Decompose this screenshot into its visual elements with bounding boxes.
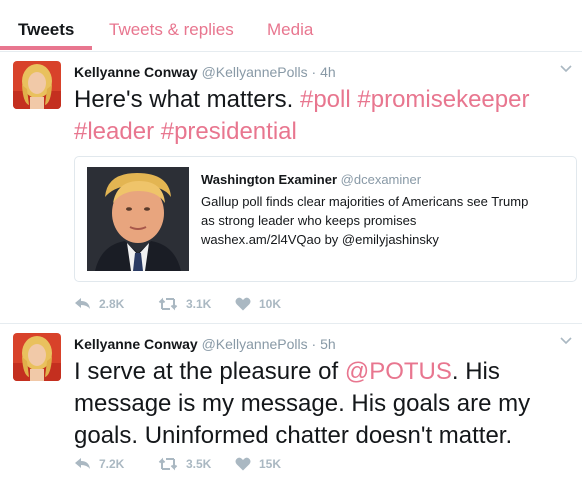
tweet[interactable]: Kellyanne Conway @KellyannePolls · 5h I … [0, 324, 582, 482]
active-tab-indicator [0, 46, 92, 50]
quoted-text-line: washex.am/2l4VQao by @emilyjashinsky [201, 232, 439, 247]
profile-tabs: Tweets Tweets & replies Media [0, 0, 582, 52]
retweet-button[interactable]: 3.5K [158, 456, 211, 472]
reply-count: 7.2K [99, 457, 125, 471]
author-handle[interactable]: @KellyannePolls [202, 64, 308, 80]
tweet-text-segment [154, 118, 161, 145]
avatar[interactable] [13, 333, 61, 381]
tweet-text: I serve at the pleasure of @POTUS. His m… [74, 356, 574, 452]
like-button[interactable]: 10K [235, 296, 281, 312]
tweet-text-segment: Here's what matters. [74, 86, 300, 113]
mention-link[interactable]: @POTUS [345, 358, 452, 385]
retweet-count: 3.5K [186, 457, 212, 471]
quoted-tweet-card[interactable]: Washington Examiner @dcexaminer Gallup p… [74, 156, 577, 282]
retweet-icon [158, 297, 178, 311]
like-button[interactable]: 15K [235, 456, 281, 472]
avatar[interactable] [13, 61, 61, 109]
hashtag-link[interactable]: #leader [74, 118, 154, 145]
author-handle[interactable]: @KellyannePolls [202, 336, 308, 352]
author-name[interactable]: Kellyanne Conway [74, 64, 198, 80]
tweet-timestamp[interactable]: · 4h [312, 64, 336, 80]
retweet-icon [158, 457, 178, 471]
quoted-text-line: Gallup poll finds clear majorities of Am… [201, 194, 529, 209]
retweet-button[interactable]: 3.1K [158, 296, 211, 312]
tab-tweets[interactable]: Tweets [18, 20, 74, 40]
heart-icon [235, 457, 251, 471]
quoted-tweet-image [87, 167, 189, 271]
quoted-author-handle[interactable]: @dcexaminer [341, 172, 421, 187]
tweet-header: Kellyanne Conway @KellyannePolls · 5h [74, 336, 336, 353]
reply-count: 2.8K [99, 297, 125, 311]
reply-button[interactable]: 2.8K [74, 296, 124, 312]
hashtag-link[interactable]: #promisekeeper [357, 86, 529, 113]
chevron-down-icon[interactable] [560, 336, 572, 346]
reply-button[interactable]: 7.2K [74, 456, 124, 472]
quoted-text-line: as strong leader who keeps promises [201, 213, 417, 228]
tweet-timestamp[interactable]: · 5h [312, 336, 336, 352]
tab-media[interactable]: Media [267, 20, 313, 40]
heart-icon [235, 297, 251, 311]
like-count: 10K [259, 297, 282, 311]
retweet-count: 3.1K [186, 297, 212, 311]
like-count: 15K [259, 457, 282, 471]
hashtag-link[interactable]: #presidential [161, 118, 297, 145]
tweet-text: Here's what matters. #poll #promisekeepe… [74, 84, 574, 148]
quoted-tweet-header: Washington Examiner @dcexaminer [201, 172, 421, 188]
tweet[interactable]: Kellyanne Conway @KellyannePolls · 4h He… [0, 52, 582, 324]
quoted-author-name[interactable]: Washington Examiner [201, 172, 337, 187]
chevron-down-icon[interactable] [560, 64, 572, 74]
hashtag-link[interactable]: #poll [300, 86, 351, 113]
quoted-tweet-text: Gallup poll finds clear majorities of Am… [201, 192, 571, 249]
author-name[interactable]: Kellyanne Conway [74, 336, 198, 352]
tab-tweets-and-replies[interactable]: Tweets & replies [109, 20, 234, 40]
reply-icon [75, 458, 90, 469]
tweet-text-segment: I serve at the pleasure of [74, 358, 345, 385]
tweet-header: Kellyanne Conway @KellyannePolls · 4h [74, 64, 336, 81]
reply-icon [75, 298, 90, 309]
